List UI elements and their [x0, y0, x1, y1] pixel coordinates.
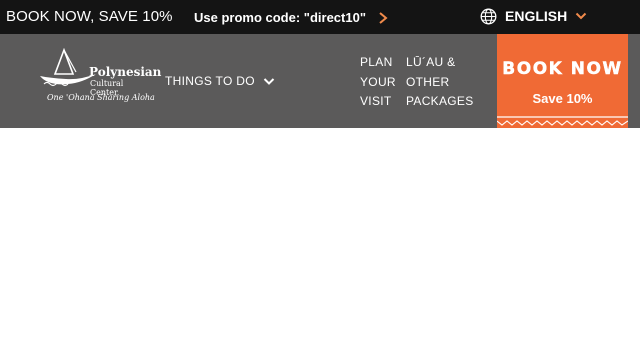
hero-area	[0, 128, 640, 360]
language-label: ENGLISH	[505, 8, 568, 24]
nav-luau-packages[interactable]: LŪ´AU & OTHER PACKAGES	[406, 53, 482, 112]
globe-icon	[480, 8, 497, 24]
chevron-down-icon	[263, 77, 275, 85]
logo[interactable]: Polynesian Cultural Center One 'Ohana Sh…	[38, 48, 161, 108]
nav-things-to-do[interactable]: THINGS TO DO	[165, 74, 275, 88]
chevron-right-icon[interactable]	[376, 11, 390, 25]
promo-code-text[interactable]: Use promo code: "direct10"	[194, 10, 366, 25]
chevron-down-icon	[576, 12, 587, 20]
promo-headline[interactable]: BOOK NOW, SAVE 10%	[6, 8, 173, 25]
logo-name: Polynesian	[89, 65, 162, 79]
logo-tagline: One 'Ohana Sharing Aloha	[47, 93, 155, 102]
book-now-subtitle: Save 10%	[532, 91, 593, 106]
book-now-button[interactable]: BOOK NOW Save 10%	[497, 34, 628, 135]
promo-bar[interactable]: BOOK NOW, SAVE 10% Use promo code: "dire…	[0, 0, 640, 34]
language-selector[interactable]: ENGLISH	[480, 6, 587, 26]
nav-plan-your-visit[interactable]: PLAN YOUR VISIT	[360, 53, 400, 112]
book-now-title: BOOK NOW	[502, 59, 623, 79]
nav-things-to-do-label: THINGS TO DO	[165, 74, 255, 88]
